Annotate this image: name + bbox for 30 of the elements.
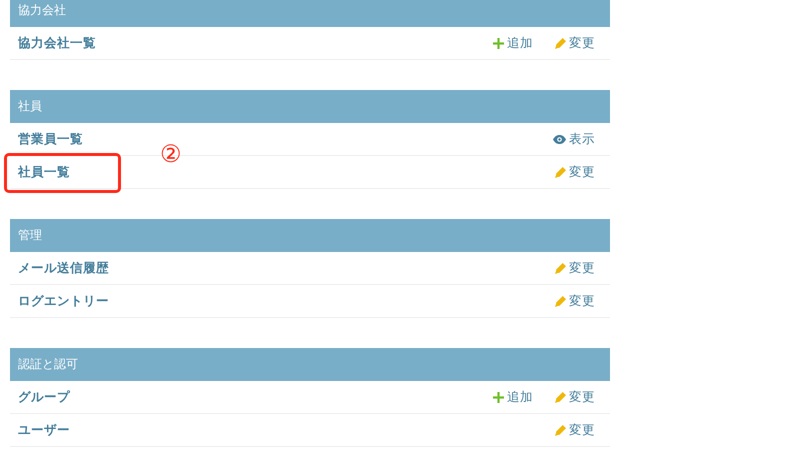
plus-icon [493,38,504,48]
model-link[interactable]: ログエントリー [18,292,109,310]
eye-icon [553,134,566,144]
model-link[interactable]: グループ [18,388,70,406]
pencil-icon [555,166,566,178]
model-link[interactable]: メール送信履歴 [18,260,109,276]
module-header: 社員 [10,90,610,123]
model-link[interactable]: 社員一覧 [18,164,70,180]
module-header: 協力会社 [10,0,610,27]
model-link[interactable]: ユーザー [18,422,70,438]
pencil-icon [555,296,566,306]
add-link[interactable]: 追加 [493,34,533,52]
add-link[interactable]: 追加 [493,388,533,406]
plus-icon [493,392,504,402]
change-link[interactable]: 変更 [555,260,595,276]
view-link[interactable]: 表示 [553,130,595,148]
change-link[interactable]: 変更 [555,422,595,438]
change-link[interactable]: 変更 [555,34,595,52]
model-link[interactable]: 営業員一覧 [18,130,83,148]
change-link[interactable]: 変更 [555,164,595,180]
step-marker: ② [160,142,182,166]
model-link[interactable]: 協力会社一覧 [18,34,96,52]
change-link[interactable]: 変更 [555,388,595,406]
pencil-icon [555,262,566,274]
pencil-icon [555,38,566,48]
module-header: 認証と認可 [10,348,610,381]
pencil-icon [555,424,566,436]
change-link[interactable]: 変更 [555,292,595,310]
pencil-icon [555,392,566,402]
module-header: 管理 [10,219,610,252]
